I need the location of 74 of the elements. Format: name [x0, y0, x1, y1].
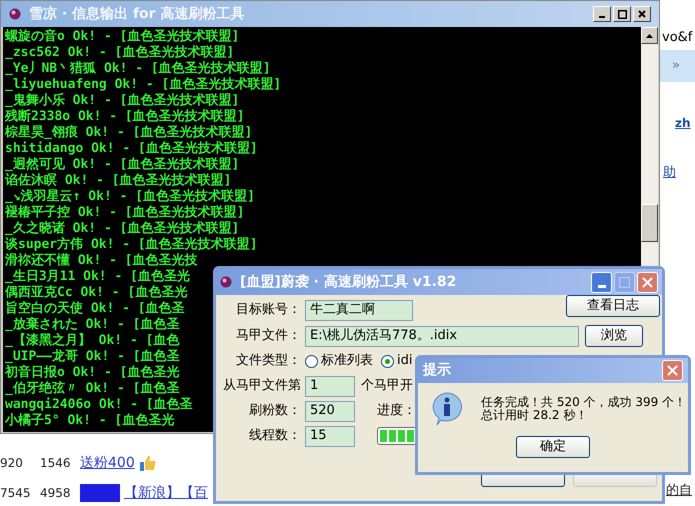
console-line: _迥然可见 Ok! - [血色圣光技术联盟] [5, 157, 240, 173]
console-line: 谄佐沐瞑 Ok! - [血色圣光技术联盟] [5, 173, 232, 189]
table-cell-text: 920 [0, 455, 24, 472]
console-line: _放棄された Ok! - [血色圣 [5, 317, 180, 332]
dialog-title: 提示 [423, 361, 451, 380]
link[interactable]: 的自 [666, 481, 692, 500]
view-log-button[interactable]: 查看日志 [566, 295, 660, 317]
field-label: 文件类型： [235, 352, 302, 370]
link[interactable]: 助 [663, 163, 676, 182]
field-label: 线程数： [248, 427, 302, 446]
field-label: 刷粉数： [248, 402, 302, 420]
console-line: _↘浅羽星云↑ Ok! - [血色圣光技术联盟] [5, 189, 255, 204]
text-field[interactable]: 牛二真二啊 [305, 300, 413, 320]
text-field[interactable]: E:\桃儿伪活马778。.idix [305, 326, 579, 346]
console-line: 褪椿平子控 Ok! - [血色圣光技术联盟] [5, 205, 244, 220]
maximize-icon [618, 10, 626, 18]
link[interactable]: 【新浪】【百 [124, 482, 208, 504]
scroll-thumb[interactable] [641, 204, 658, 242]
window-title: 雪凉 · 信息输出 for 高速刷粉工具 [29, 4, 244, 24]
browse-button[interactable]: 浏览 [585, 325, 643, 347]
message-text: 总计用时 28.2 秒！ [481, 409, 588, 422]
console-line: 棕星昊_翎痕 Ok! - [血色圣光技术联盟] [5, 125, 252, 141]
close-icon [667, 365, 678, 376]
text-field[interactable]: 520 [305, 400, 355, 422]
console-line: _生日3月11 Ok! - [血色圣光 [5, 269, 190, 285]
maximize-icon [619, 276, 630, 288]
close-icon [638, 10, 646, 18]
field-label: 马甲文件： [235, 327, 302, 346]
link[interactable]: zh [675, 114, 691, 132]
radio-option[interactable]: 标准列表 [305, 351, 373, 371]
close-button[interactable] [633, 6, 651, 22]
field-label: 从马甲文件第 [222, 377, 302, 396]
message-text: 任务完成！共 520 个，成功 399 个！ [481, 396, 686, 409]
table-cell-text: 7545 [0, 485, 32, 502]
console-line: _鬼舞小乐 Ok! - [血色圣光技术联盟] [5, 93, 240, 109]
console-line: 小橘子5° Ok! - [血色圣光 [5, 413, 174, 429]
console-line: _UIP——龙哥 Ok! - [血色圣 [5, 349, 180, 364]
console-line: shitidango Ok! - [血色圣光技术联盟] [5, 141, 258, 157]
console-line: 初音日报o Ok! - [血色圣光 [5, 365, 180, 381]
console-line: wangqi2406o Ok! - [血色圣 [5, 397, 193, 413]
text-field[interactable]: 15 [305, 426, 355, 446]
console-line: _Ye丿NB丶猎狐 Ok! - [血色圣光技术联盟] [5, 61, 271, 77]
scroll-up-icon [646, 34, 653, 38]
console-line: _zsc562 Ok! - [血色圣光技术联盟] [5, 45, 234, 61]
console-line: 旨空白の天使 Ok! - [血色圣 [5, 301, 185, 316]
console-line: 谈super方伟 Ok! - [血色圣光技术联盟] [5, 237, 258, 252]
console-line: _liyuehuafeng Ok! - [血色圣光技术联盟] [5, 77, 282, 92]
console-line: 偶西亚克Cc Ok! - [血色圣光 [5, 285, 188, 300]
app-icon [9, 8, 21, 20]
info-icon [431, 392, 463, 426]
field-label: 目标账号： [235, 301, 302, 320]
ok-button[interactable]: 确定 [516, 436, 590, 458]
close-icon [642, 276, 653, 288]
console-line: 螺旋の音o Ok! - [血色圣光技术联盟] [5, 29, 240, 45]
field-label: 进度： [377, 402, 416, 420]
link[interactable]: 送粉400 [80, 452, 135, 474]
highlight-block [80, 484, 120, 502]
thumbs-up-icon [138, 454, 157, 472]
minimize-icon [598, 284, 606, 288]
console-line: _久之晓诸 Ok! - [血色圣光技术联盟] [5, 221, 240, 236]
console-line: 残断2338o Ok! - [血色圣光技术联盟] [5, 109, 245, 124]
window-title: [血盟]蔚袭 · 高速刷粉工具 v1.82 [240, 272, 456, 292]
table-cell-text: 4958 [40, 485, 72, 502]
console-line: 滑祢还不懂 Ok! - [血色圣光技 [5, 253, 198, 269]
app-icon [220, 276, 232, 288]
address-text: vo&f [662, 29, 692, 47]
field-label: 个马甲开 [361, 377, 413, 396]
radio-option[interactable]: idi [381, 351, 412, 371]
minimize-button[interactable] [593, 6, 611, 22]
minimize-icon [599, 16, 605, 18]
console-line: _【漆黑之月】 Ok! - [血色 [5, 333, 180, 349]
text-field[interactable]: 1 [305, 376, 355, 396]
table-cell-text: 1546 [40, 455, 72, 472]
console-line: _伯牙绝弦〃 Ok! - [血色圣 [5, 381, 180, 397]
